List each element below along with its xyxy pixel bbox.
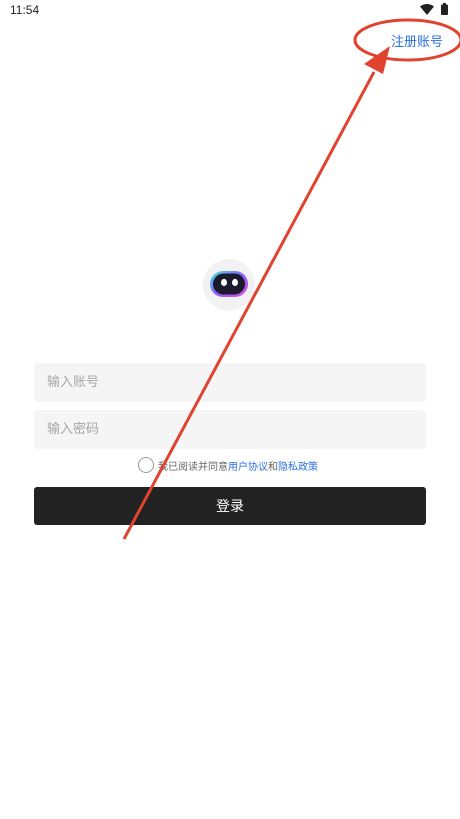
agreement-row: 我已阅读并同意 用户协议 和 隐私政策 — [138, 456, 318, 474]
wifi-icon — [420, 4, 434, 15]
status-time: 11:54 — [10, 3, 40, 17]
password-input[interactable] — [34, 410, 426, 449]
agreement-checkbox[interactable] — [138, 457, 154, 473]
login-button[interactable]: 登录 — [34, 487, 426, 525]
account-input[interactable] — [34, 363, 426, 402]
battery-icon — [441, 3, 448, 15]
robot-avatar-icon — [203, 259, 255, 311]
user-agreement-link[interactable]: 用户协议 — [228, 458, 268, 473]
privacy-policy-link[interactable]: 隐私政策 — [278, 458, 318, 473]
register-account-link[interactable]: 注册账号 — [386, 33, 448, 53]
agreement-prefix-text: 我已阅读并同意 — [158, 461, 228, 473]
agreement-and-text: 和 — [268, 461, 278, 473]
status-bar: 11:54 — [0, 0, 460, 22]
